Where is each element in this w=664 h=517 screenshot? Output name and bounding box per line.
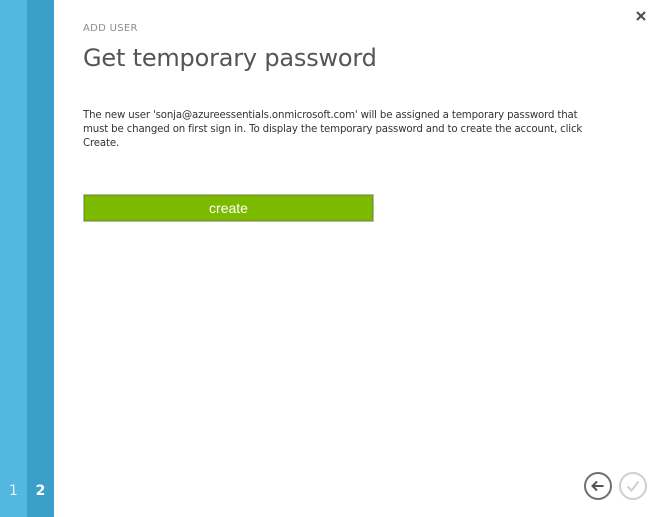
step-number: 2 <box>35 483 46 499</box>
close-icon <box>636 11 646 21</box>
close-button[interactable] <box>634 9 648 23</box>
finish-button <box>619 472 647 500</box>
create-button[interactable]: create <box>83 194 374 222</box>
back-button[interactable] <box>584 472 612 500</box>
page-title: Get temporary password <box>83 44 377 72</box>
checkmark-icon <box>626 480 640 493</box>
step-number: 1 <box>9 483 18 499</box>
dialog-eyebrow: ADD USER <box>83 23 138 34</box>
back-arrow-icon <box>591 480 604 492</box>
wizard-step-1[interactable]: 1 <box>0 0 27 517</box>
description-text: The new user 'sonja@azureessentials.onmi… <box>83 110 583 149</box>
wizard-step-2: 2 <box>27 0 54 517</box>
